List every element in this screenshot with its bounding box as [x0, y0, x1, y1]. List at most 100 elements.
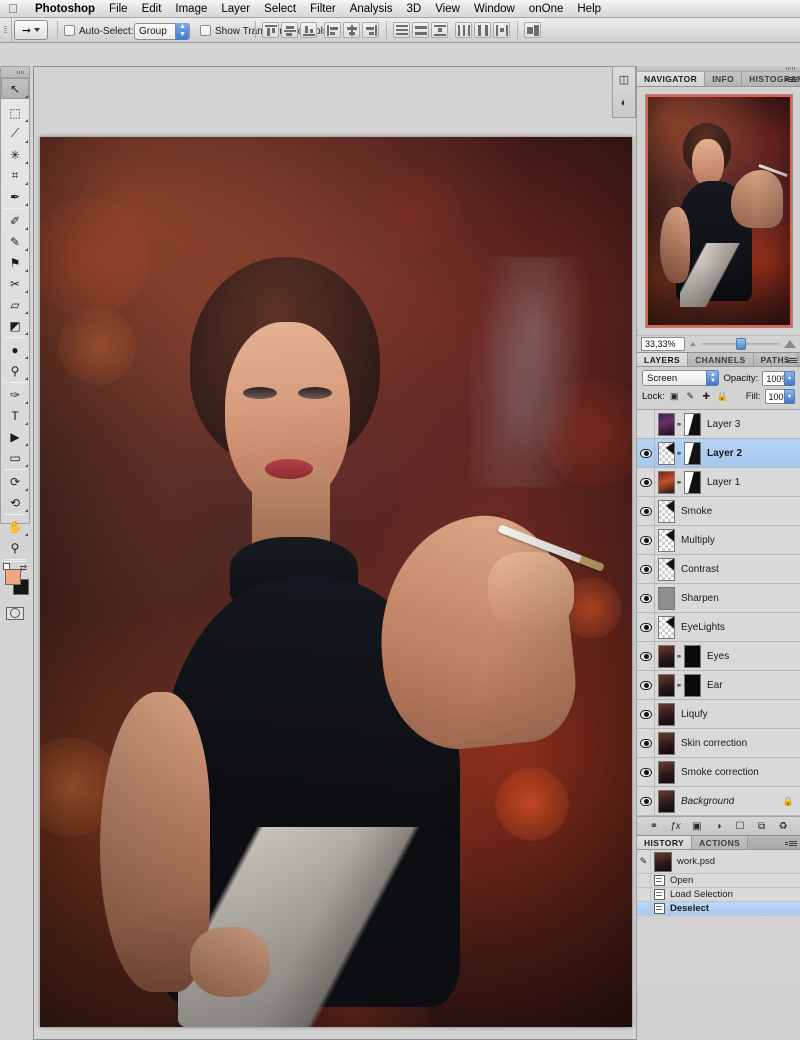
zoom-out-icon[interactable]	[690, 341, 696, 347]
align-right-edges-button[interactable]	[362, 22, 379, 38]
menu-layer[interactable]: Layer	[214, 0, 257, 18]
table-row[interactable]: Multiply	[637, 525, 800, 555]
layer-visibility-toggle[interactable]	[637, 409, 655, 439]
layer-thumbnail[interactable]	[658, 789, 675, 813]
layer-thumbnail[interactable]	[658, 644, 675, 668]
lock-image-pixels-icon[interactable]: ✎	[685, 391, 696, 402]
layer-visibility-toggle[interactable]	[637, 583, 655, 613]
table-row[interactable]: Smoke	[637, 496, 800, 526]
new-layer-icon[interactable]: ⧉	[755, 820, 769, 833]
layer-thumbnail[interactable]	[658, 528, 675, 552]
tool-more-indicator[interactable]	[25, 119, 28, 122]
blend-mode-dropdown[interactable]: Screen ▲ ▼	[642, 370, 720, 386]
tool-more-indicator[interactable]	[25, 422, 28, 425]
magic-wand-tool[interactable]: ✳	[1, 144, 29, 165]
tool-more-indicator[interactable]	[25, 161, 28, 164]
auto-select-checkbox[interactable]	[64, 25, 75, 36]
auto-select-dropdown[interactable]: Group ▲ ▼	[134, 23, 190, 40]
new-group-icon[interactable]: ☐	[733, 820, 747, 833]
layer-thumbnail[interactable]	[658, 470, 675, 494]
tool-more-indicator[interactable]	[25, 488, 28, 491]
layer-thumbnail[interactable]	[658, 731, 675, 755]
menu-filter[interactable]: Filter	[303, 0, 343, 18]
3d-orbit-tool[interactable]: ⟲	[1, 492, 29, 513]
layer-thumbnail[interactable]	[658, 412, 675, 436]
tool-more-indicator[interactable]	[25, 227, 28, 230]
tab-layers[interactable]: LAYERS	[637, 353, 689, 366]
layer-visibility-toggle[interactable]	[637, 641, 655, 671]
adjustments-panel-icon[interactable]: ◐	[613, 91, 635, 115]
blend-mode-stepper[interactable]: ▲ ▼	[706, 370, 720, 386]
move-tool[interactable]: ↖	[1, 78, 29, 99]
menu-edit[interactable]: Edit	[135, 0, 169, 18]
layer-mask-thumbnail[interactable]	[684, 441, 701, 465]
layer-thumbnail[interactable]	[658, 557, 675, 581]
chevron-down-icon[interactable]	[34, 28, 41, 32]
layer-link-icon[interactable]: ⚭	[675, 652, 683, 661]
menu-select[interactable]: Select	[257, 0, 303, 18]
layer-thumbnail[interactable]	[658, 586, 675, 610]
align-bottom-edges-button[interactable]	[300, 22, 317, 38]
lock-position-icon[interactable]: ✚	[701, 391, 712, 402]
tool-more-indicator[interactable]	[25, 248, 28, 251]
history-brush-source-slot[interactable]: ✎	[637, 850, 651, 873]
list-item[interactable]: Load Selection	[637, 888, 800, 902]
align-left-edges-button[interactable]	[324, 22, 341, 38]
menu-analysis[interactable]: Analysis	[343, 0, 400, 18]
distribute-horizontal-centers-button[interactable]	[474, 22, 491, 38]
layer-visibility-toggle[interactable]	[637, 728, 655, 758]
distribute-bottom-edges-button[interactable]	[431, 22, 448, 38]
tool-more-indicator[interactable]	[25, 290, 28, 293]
table-row[interactable]: ⚭ Eyes	[637, 641, 800, 671]
show-transform-controls-checkbox[interactable]	[200, 25, 211, 36]
link-layers-icon[interactable]: ⚭	[647, 820, 661, 833]
history-brush-tool[interactable]: ✂	[1, 273, 29, 294]
tool-more-indicator[interactable]	[25, 140, 28, 143]
history-snapshot-row[interactable]: ✎ work.psd	[637, 850, 800, 874]
layer-link-icon[interactable]: ⚭	[675, 449, 683, 458]
table-row[interactable]: Skin correction	[637, 728, 800, 758]
layer-visibility-toggle[interactable]	[637, 757, 655, 787]
masks-panel-icon[interactable]: ◫	[613, 67, 635, 91]
history-panel-body[interactable]: ✎ work.psd Open Load Selection Deselect	[637, 850, 800, 916]
table-row[interactable]: ⚭ Layer 1	[637, 467, 800, 497]
layer-link-icon[interactable]: ⚭	[675, 681, 683, 690]
menu-onone[interactable]: onOne	[522, 0, 571, 18]
history-state-slot[interactable]	[637, 902, 651, 915]
distribute-left-edges-button[interactable]	[455, 22, 472, 38]
add-layer-mask-icon[interactable]: ▣	[690, 820, 704, 833]
menu-help[interactable]: Help	[570, 0, 608, 18]
tool-more-indicator[interactable]	[25, 269, 28, 272]
tool-more-indicator[interactable]	[25, 203, 28, 206]
foreground-color-swatch[interactable]	[5, 569, 21, 585]
navigator-panel-menu-icon[interactable]	[783, 75, 797, 84]
navigator-zoom-slider[interactable]	[701, 338, 780, 350]
layer-visibility-toggle[interactable]	[637, 438, 655, 468]
tool-more-indicator[interactable]	[25, 332, 28, 335]
layer-mask-thumbnail[interactable]	[684, 412, 701, 436]
list-item[interactable]: Deselect	[637, 902, 800, 916]
distribute-vertical-centers-button[interactable]	[412, 22, 429, 38]
menu-photoshop[interactable]: Photoshop	[28, 0, 102, 18]
layer-visibility-toggle[interactable]	[637, 670, 655, 700]
gradient-tool[interactable]: ◩	[1, 315, 29, 336]
rectangular-marquee-tool[interactable]: ⬚	[1, 102, 29, 123]
table-row[interactable]: Sharpen	[637, 583, 800, 613]
tool-more-indicator[interactable]	[25, 533, 28, 536]
options-bar-grip[interactable]	[0, 18, 12, 42]
horizontal-type-tool[interactable]: T	[1, 405, 29, 426]
layer-thumbnail[interactable]	[658, 760, 675, 784]
tool-more-indicator[interactable]	[25, 311, 28, 314]
layers-panel-menu-icon[interactable]	[783, 356, 797, 365]
tool-more-indicator[interactable]	[25, 464, 28, 467]
menu-window[interactable]: Window	[467, 0, 522, 18]
tab-history[interactable]: HISTORY	[637, 836, 693, 849]
tool-more-indicator[interactable]	[25, 95, 28, 98]
tab-channels[interactable]: CHANNELS	[688, 353, 754, 366]
active-tool-button[interactable]: ➞	[14, 20, 48, 40]
layer-visibility-toggle[interactable]	[637, 467, 655, 497]
navigator-thumbnail[interactable]	[645, 94, 793, 328]
canvas-area[interactable]	[40, 137, 632, 1027]
hand-tool[interactable]: ✋	[1, 516, 29, 537]
zoom-slider-knob[interactable]	[735, 338, 746, 350]
